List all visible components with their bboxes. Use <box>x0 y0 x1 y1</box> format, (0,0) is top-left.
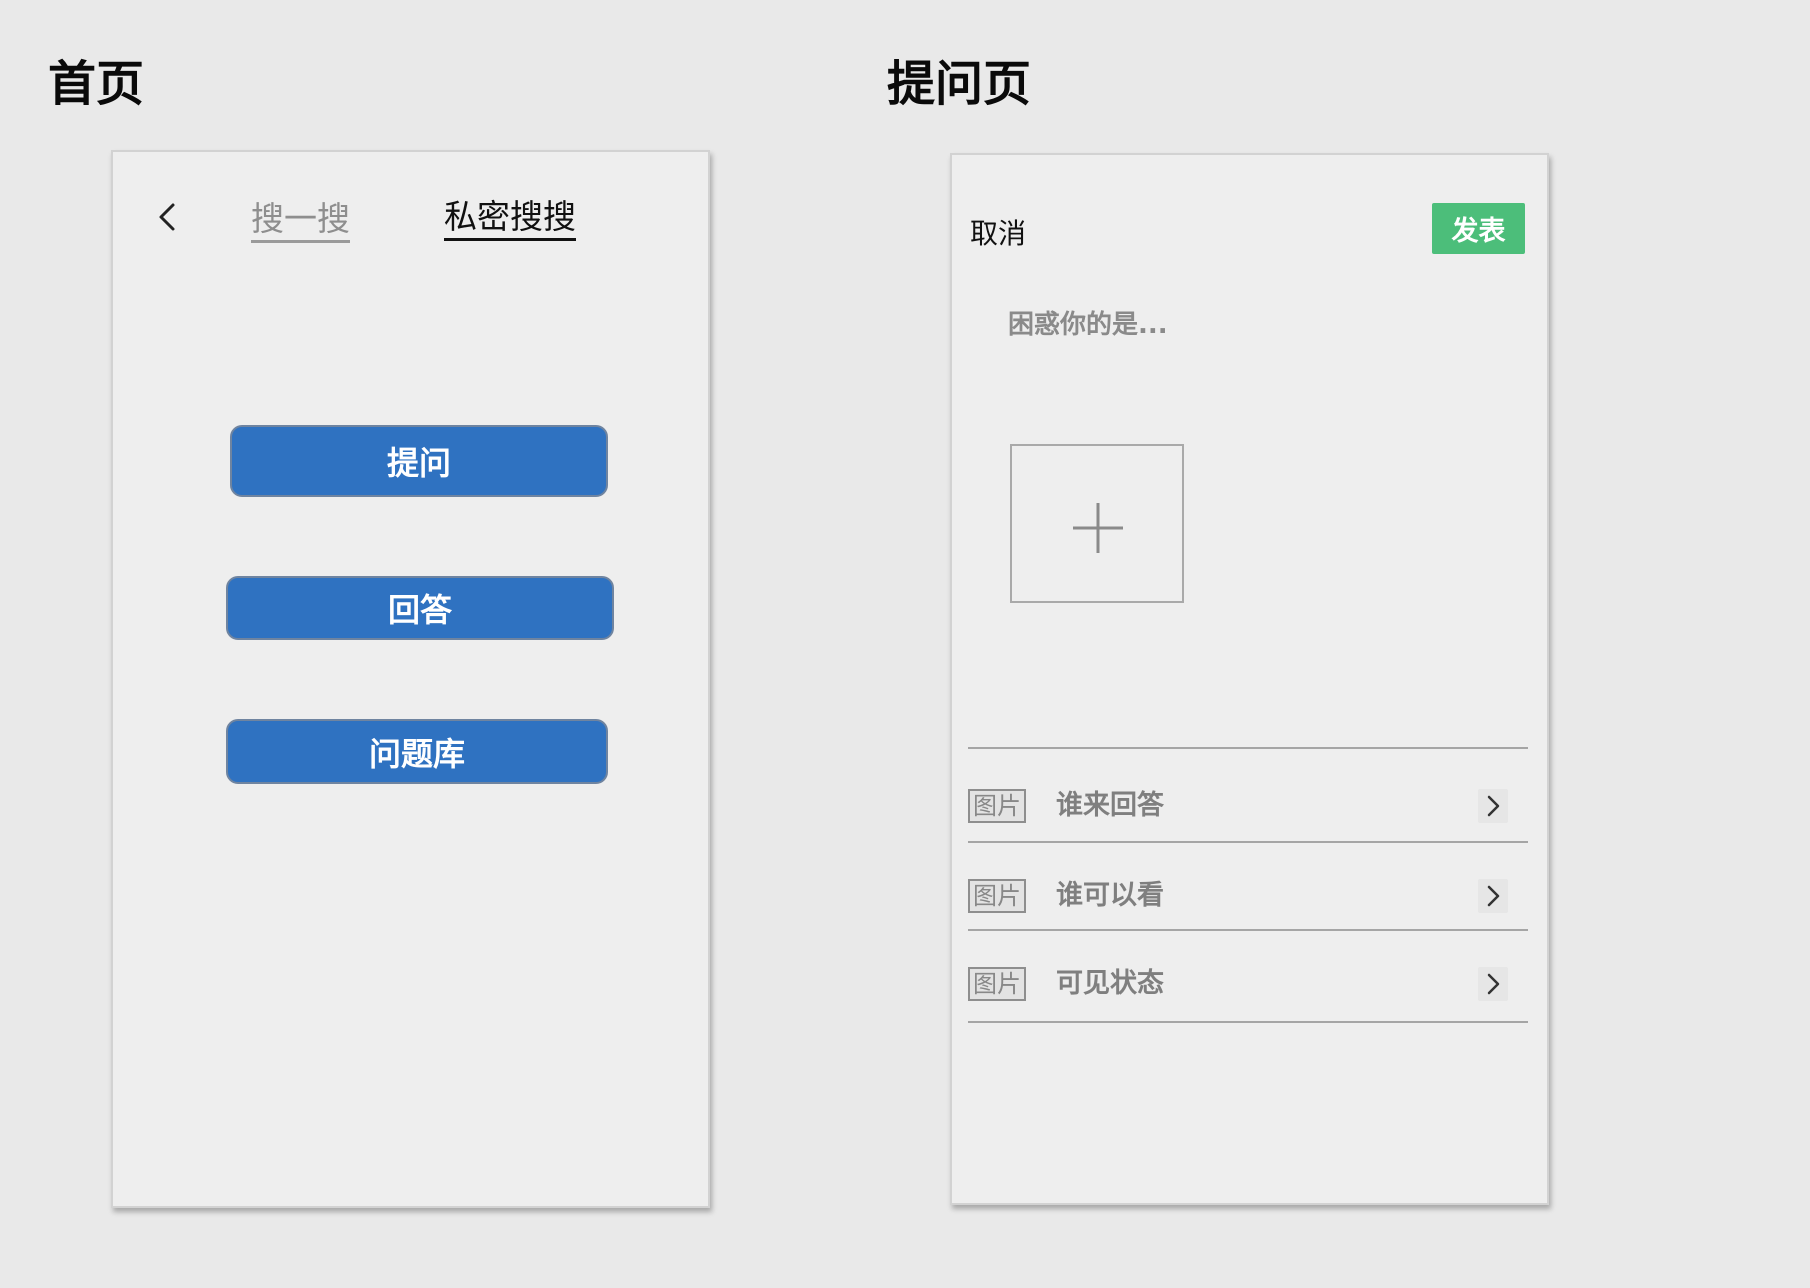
cancel-button[interactable]: 取消 <box>970 212 1026 252</box>
answer-button[interactable]: 回答 <box>226 576 614 640</box>
plus-icon <box>1073 503 1123 553</box>
chevron-right-icon <box>1478 967 1508 1001</box>
ask-section-title: 提问页 <box>887 56 1032 112</box>
tab-private-search[interactable]: 私密搜搜 <box>444 200 576 241</box>
add-image-button[interactable] <box>1010 444 1184 603</box>
home-screen: 搜一搜 私密搜搜 提问 回答 问题库 <box>111 150 710 1208</box>
tab-search[interactable]: 搜一搜 <box>251 202 350 243</box>
option-row-who-answers[interactable]: 图片 谁来回答 <box>968 779 1528 839</box>
divider <box>968 747 1528 749</box>
divider <box>968 841 1528 843</box>
back-chevron-icon[interactable] <box>155 202 181 232</box>
image-placeholder-badge: 图片 <box>968 879 1026 913</box>
image-placeholder-badge: 图片 <box>968 967 1026 1001</box>
image-placeholder-badge: 图片 <box>968 789 1026 823</box>
divider <box>968 1021 1528 1023</box>
chevron-right-icon <box>1478 789 1508 823</box>
question-bank-button[interactable]: 问题库 <box>226 719 608 784</box>
home-section-title: 首页 <box>48 56 145 112</box>
option-row-visibility-status[interactable]: 图片 可见状态 <box>968 957 1528 1017</box>
option-row-who-can-view[interactable]: 图片 谁可以看 <box>968 869 1528 929</box>
ask-screen: 取消 发表 图片 谁来回答 图片 谁可以看 图片 可见状态 <box>950 153 1549 1205</box>
divider <box>968 929 1528 931</box>
chevron-right-icon <box>1478 879 1508 913</box>
publish-button[interactable]: 发表 <box>1432 203 1525 254</box>
question-input[interactable] <box>1008 303 1508 347</box>
ask-question-button[interactable]: 提问 <box>230 425 608 497</box>
option-label: 谁来回答 <box>1056 790 1164 821</box>
option-label: 谁可以看 <box>1056 880 1164 911</box>
option-label: 可见状态 <box>1056 968 1164 999</box>
